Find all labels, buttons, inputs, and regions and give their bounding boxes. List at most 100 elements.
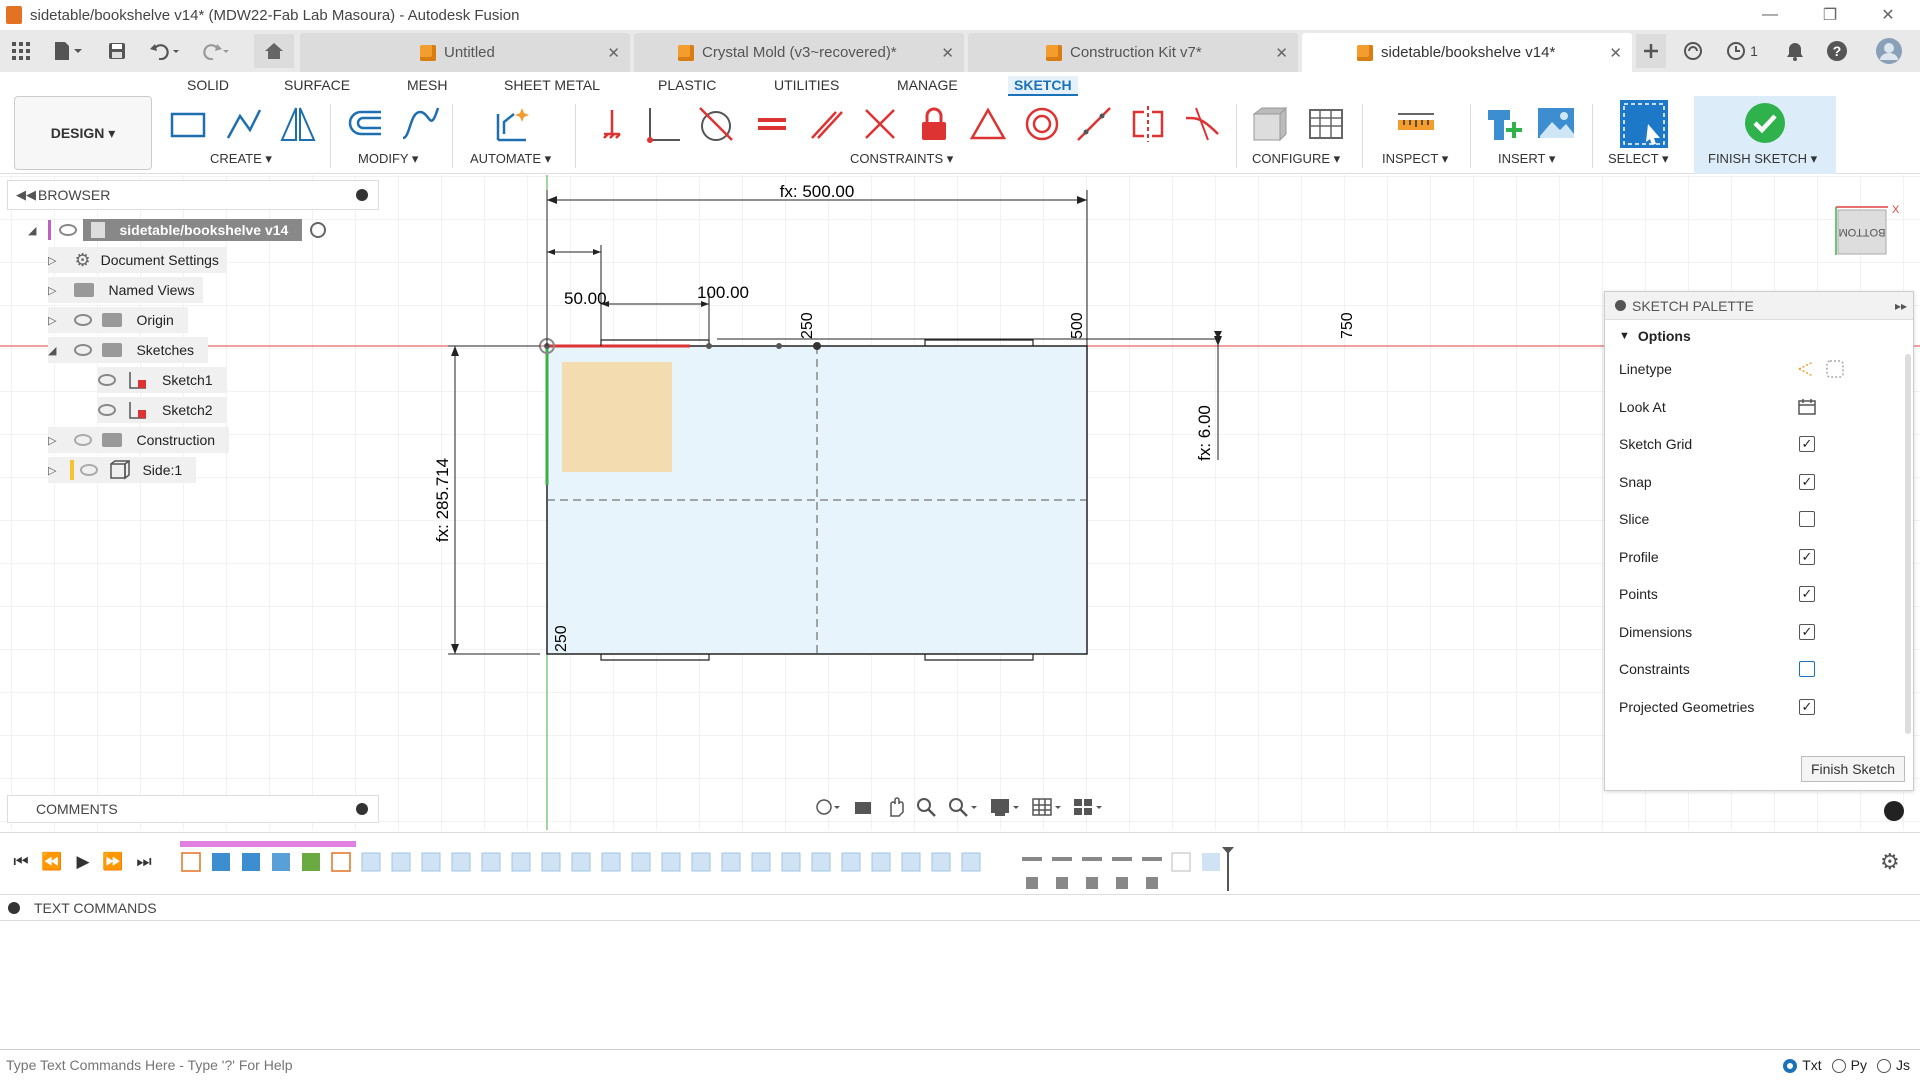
- symmetry-icon[interactable]: [1128, 104, 1168, 144]
- palette-expand-icon[interactable]: ▸▸: [1895, 299, 1907, 313]
- restore-button[interactable]: ❐: [1804, 0, 1856, 30]
- grid-settings-icon[interactable]: [1031, 796, 1063, 818]
- data-panel-icon[interactable]: [4, 34, 38, 68]
- mode-js[interactable]: Js: [1877, 1057, 1910, 1074]
- zoom-icon[interactable]: [915, 796, 937, 818]
- home-icon[interactable]: [254, 34, 294, 68]
- minimize-button[interactable]: —: [1744, 0, 1796, 30]
- configure-menu[interactable]: CONFIGURE ▾: [1252, 151, 1340, 167]
- timeline-features[interactable]: [180, 847, 1240, 893]
- create-menu[interactable]: CREATE ▾: [210, 151, 272, 167]
- configuration-table-icon[interactable]: [1306, 104, 1346, 144]
- finish-sketch-group[interactable]: FINISH SKETCH ▾: [1694, 96, 1836, 174]
- viewports-icon[interactable]: [1072, 796, 1104, 818]
- browser-item-named-views[interactable]: ▷ Named Views: [48, 277, 203, 303]
- viewcube[interactable]: X BOTTOM: [1830, 204, 1900, 265]
- go-to-start-icon[interactable]: ⏮: [10, 851, 32, 873]
- undo-icon[interactable]: [144, 34, 186, 68]
- browser-item-origin[interactable]: ▷ Origin: [48, 307, 188, 333]
- finish-sketch-menu[interactable]: FINISH SKETCH ▾: [1708, 151, 1817, 167]
- constraints-menu[interactable]: CONSTRAINTS ▾: [850, 151, 953, 167]
- close-window-button[interactable]: ✕: [1862, 0, 1914, 30]
- text-command-input[interactable]: [0, 1057, 1700, 1073]
- extensions-icon[interactable]: [1676, 34, 1710, 68]
- look-at-button-icon[interactable]: [1797, 397, 1817, 417]
- line-icon[interactable]: [224, 104, 264, 144]
- browser-item-document-settings[interactable]: ▷ ⚙ Document Settings: [48, 247, 227, 273]
- browser-item-side[interactable]: ▷ Side:1: [48, 457, 197, 483]
- auto-dimension-icon[interactable]: [492, 104, 532, 144]
- linetype-icons[interactable]: [1797, 358, 1847, 380]
- modify-menu[interactable]: MODIFY ▾: [358, 151, 418, 167]
- go-to-end-icon[interactable]: ⏭: [133, 851, 155, 873]
- text-commands-header[interactable]: TEXT COMMANDS: [0, 894, 1920, 920]
- save-icon[interactable]: [100, 34, 134, 68]
- new-tab-icon[interactable]: [1636, 34, 1666, 68]
- step-back-icon[interactable]: ⏪: [41, 851, 63, 873]
- job-status-icon[interactable]: 1: [1720, 34, 1764, 68]
- tab-plastic[interactable]: PLASTIC: [658, 76, 716, 96]
- tab-sidetable-bookshelve[interactable]: sidetable/bookshelve v14* ✕: [1302, 33, 1632, 72]
- visibility-eye-icon[interactable]: [98, 374, 116, 386]
- expand-triangle-icon[interactable]: ▷: [48, 254, 56, 267]
- section-toggle-icon[interactable]: ▼: [1619, 330, 1630, 342]
- collinear-icon[interactable]: [1074, 104, 1114, 144]
- pan-icon[interactable]: [884, 796, 906, 818]
- tab-untitled[interactable]: Untitled ✕: [300, 33, 630, 72]
- help-icon[interactable]: ?: [1820, 34, 1854, 68]
- midpoint-icon[interactable]: [968, 104, 1008, 144]
- offset-icon[interactable]: [345, 104, 385, 144]
- play-icon[interactable]: ▶: [72, 851, 94, 873]
- tab-sheet-metal[interactable]: SHEET METAL: [504, 76, 600, 96]
- step-forward-icon[interactable]: ⏩: [102, 851, 124, 873]
- hidden-eye-icon[interactable]: [80, 464, 99, 476]
- radio-icon[interactable]: [1831, 1059, 1846, 1074]
- expand-triangle-icon[interactable]: ▷: [48, 284, 56, 297]
- insert-canvas-icon[interactable]: [1536, 104, 1576, 144]
- spline-icon[interactable]: [400, 104, 440, 144]
- inspect-menu[interactable]: INSPECT ▾: [1382, 151, 1448, 167]
- palette-finish-sketch-button[interactable]: Finish Sketch: [1801, 756, 1905, 782]
- look-at-icon[interactable]: [852, 796, 874, 818]
- change-parameters-icon[interactable]: [1250, 104, 1290, 144]
- measure-icon[interactable]: [1396, 104, 1436, 144]
- close-tab-icon[interactable]: ✕: [1275, 44, 1288, 62]
- equal-icon[interactable]: [752, 104, 792, 144]
- browser-item-construction[interactable]: ▷ Construction: [48, 427, 230, 453]
- workspace-switcher-button[interactable]: DESIGN ▾: [14, 96, 152, 170]
- orbit-icon[interactable]: [814, 796, 842, 818]
- tab-surface[interactable]: SURFACE: [284, 76, 350, 96]
- tab-mesh[interactable]: MESH: [407, 76, 447, 96]
- perpendicular-icon[interactable]: [860, 104, 900, 144]
- expand-triangle-icon[interactable]: ▷: [48, 464, 56, 477]
- redo-icon[interactable]: [194, 34, 236, 68]
- browser-panel-header[interactable]: ◀◀ BROWSER: [7, 180, 379, 210]
- tab-manage[interactable]: MANAGE: [897, 76, 958, 96]
- visibility-eye-icon[interactable]: [74, 314, 93, 326]
- collapse-triangle-icon[interactable]: ◢: [48, 344, 56, 357]
- expand-triangle-icon[interactable]: ▷: [48, 314, 56, 327]
- concentric-icon[interactable]: [1022, 104, 1062, 144]
- browser-root-item[interactable]: ◢ sidetable/bookshelve v14: [28, 217, 327, 243]
- display-settings-icon[interactable]: [989, 796, 1021, 818]
- visibility-eye-icon[interactable]: [74, 344, 93, 356]
- tab-crystal-mold[interactable]: Crystal Mold (v3~recovered)* ✕: [634, 33, 964, 72]
- hidden-eye-icon[interactable]: [74, 434, 93, 446]
- fix-unfix-icon[interactable]: [592, 104, 632, 144]
- visibility-eye-icon[interactable]: [59, 224, 78, 236]
- feedback-icon[interactable]: [1884, 801, 1904, 821]
- close-tab-icon[interactable]: ✕: [607, 44, 620, 62]
- curvature-icon[interactable]: [1182, 104, 1222, 144]
- options-section[interactable]: ▼ Options: [1605, 320, 1913, 352]
- rectangle-icon[interactable]: [168, 104, 208, 144]
- tab-construction-kit[interactable]: Construction Kit v7* ✕: [968, 33, 1298, 72]
- profile-checkbox[interactable]: ✓: [1799, 549, 1815, 565]
- select-icon[interactable]: [1620, 100, 1668, 148]
- tab-sketch[interactable]: SKETCH: [1008, 76, 1078, 96]
- browser-item-sketch1[interactable]: Sketch1: [98, 367, 227, 393]
- text-commands-collapse-icon[interactable]: [8, 901, 20, 914]
- sketch-grid-checkbox[interactable]: ✓: [1799, 436, 1815, 452]
- slice-checkbox[interactable]: [1799, 511, 1815, 527]
- zoom-window-icon[interactable]: [947, 796, 979, 818]
- visibility-eye-icon[interactable]: [98, 404, 116, 416]
